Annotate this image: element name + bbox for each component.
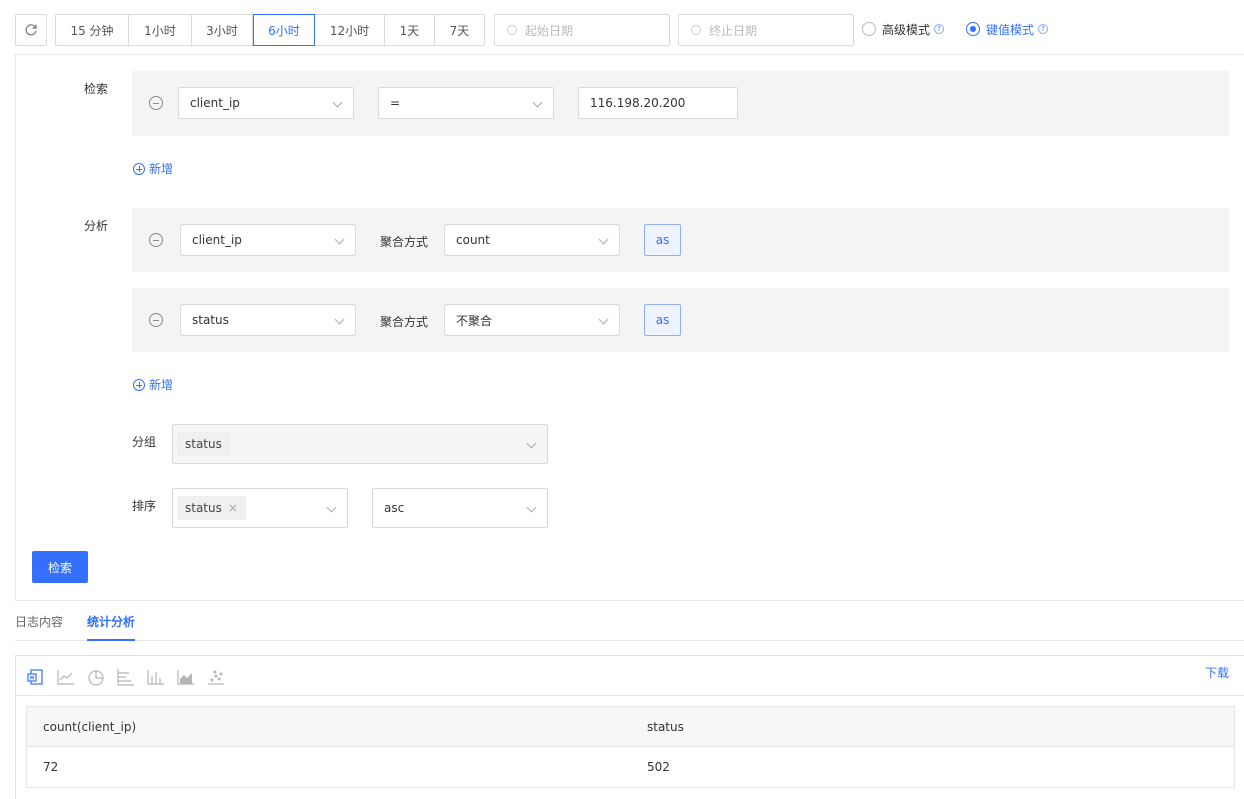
time-range-12h[interactable]: 12小时: [315, 15, 385, 45]
agg-label: 聚合方式: [380, 235, 429, 249]
result-toolbar-divider: [15, 695, 1244, 696]
clock-icon: [691, 25, 701, 35]
column-header[interactable]: status: [647, 720, 684, 734]
group-label: 分组: [132, 435, 157, 449]
chevron-down-icon: [326, 502, 337, 513]
refresh-button[interactable]: [15, 14, 47, 46]
chevron-down-icon: [526, 438, 537, 449]
tab-log-content[interactable]: 日志内容: [15, 613, 63, 641]
add-search-condition-button[interactable]: 新增: [133, 160, 173, 177]
time-range-6h[interactable]: 6小时: [253, 14, 315, 46]
alias-button[interactable]: as: [644, 304, 681, 336]
search-button[interactable]: 检索: [32, 551, 88, 583]
table-cell: 502: [647, 760, 670, 774]
close-icon[interactable]: ×: [228, 501, 238, 515]
chevron-down-icon: [334, 234, 345, 245]
add-analysis-label: 新增: [149, 378, 174, 392]
clock-icon: [507, 25, 517, 35]
sort-tag: status ×: [177, 496, 246, 520]
excel-icon[interactable]: [27, 668, 45, 686]
pie-chart-icon[interactable]: [87, 668, 105, 686]
agg-label: 聚合方式: [380, 315, 429, 329]
bar-horizontal-icon[interactable]: [117, 668, 135, 686]
analysis-field-value: client_ip: [192, 233, 242, 247]
chevron-down-icon: [532, 97, 543, 108]
alias-button[interactable]: as: [644, 224, 681, 256]
time-range-7d[interactable]: 7天: [435, 15, 484, 45]
radio-checked-icon: [966, 22, 980, 36]
start-date-placeholder: 起始日期: [525, 23, 574, 38]
agg-method-value: count: [456, 233, 490, 247]
radio-unchecked-icon: [862, 22, 876, 36]
search-value-input[interactable]: 116.198.20.200: [578, 87, 738, 119]
tab-statistics[interactable]: 统计分析: [87, 613, 136, 641]
table-row: 72 502: [27, 747, 1234, 787]
end-date-input[interactable]: 终止日期: [678, 14, 854, 46]
plus-circle-icon: [133, 162, 145, 175]
time-range-1d[interactable]: 1天: [385, 15, 435, 45]
sort-order-select[interactable]: asc: [372, 488, 548, 528]
start-date-input[interactable]: 起始日期: [494, 14, 670, 46]
sort-order-value: asc: [384, 501, 405, 515]
mode-keyvalue-radio[interactable]: 键值模式 ?: [966, 20, 1049, 38]
chevron-down-icon: [598, 314, 609, 325]
search-section-label: 检索: [84, 82, 109, 96]
search-operator-value: =: [390, 96, 401, 110]
search-field-value: client_ip: [190, 96, 240, 110]
analysis-field-select[interactable]: client_ip: [180, 224, 356, 256]
line-chart-icon[interactable]: [57, 668, 75, 686]
search-operator-select[interactable]: =: [378, 87, 554, 119]
help-icon[interactable]: ?: [1038, 24, 1049, 34]
group-select[interactable]: status: [172, 424, 548, 464]
chevron-down-icon: [334, 314, 345, 325]
search-value-text: 116.198.20.200: [590, 96, 686, 110]
refresh-icon: [25, 24, 37, 36]
table-header: count(client_ip) status: [27, 707, 1234, 747]
sort-tag-label: status: [185, 501, 222, 515]
plus-circle-icon: [133, 378, 145, 391]
chevron-down-icon: [598, 234, 609, 245]
analysis-field-value: status: [192, 313, 229, 327]
help-icon[interactable]: ?: [934, 24, 945, 34]
sort-label: 排序: [132, 499, 157, 513]
remove-analysis-icon[interactable]: [149, 313, 163, 327]
agg-method-value: 不聚合: [456, 313, 493, 328]
time-range-15m[interactable]: 15 分钟: [56, 15, 129, 45]
add-analysis-button[interactable]: 新增: [133, 376, 173, 393]
add-search-label: 新增: [149, 162, 174, 176]
search-field-select[interactable]: client_ip: [178, 87, 354, 119]
time-range-group: 15 分钟 1小时 3小时 6小时 12小时 1天 7天: [55, 14, 485, 46]
end-date-placeholder: 终止日期: [709, 23, 758, 38]
download-link[interactable]: 下载: [1205, 664, 1229, 681]
remove-analysis-icon[interactable]: [149, 233, 163, 247]
chevron-down-icon: [332, 97, 343, 108]
mode-advanced-label: 高级模式: [882, 22, 931, 37]
mode-keyvalue-label: 键值模式: [986, 22, 1035, 37]
agg-method-select[interactable]: count: [444, 224, 620, 256]
agg-method-select[interactable]: 不聚合: [444, 304, 620, 336]
bar-chart-icon[interactable]: [147, 668, 165, 686]
chevron-down-icon: [526, 502, 537, 513]
column-header[interactable]: count(client_ip): [43, 720, 136, 734]
time-range-1h[interactable]: 1小时: [129, 15, 192, 45]
remove-condition-icon[interactable]: [149, 96, 163, 110]
result-table: count(client_ip) status 72 502: [26, 706, 1235, 788]
area-chart-icon[interactable]: [177, 668, 195, 686]
analysis-field-select[interactable]: status: [180, 304, 356, 336]
analysis-section-label: 分析: [84, 219, 109, 233]
tabs-divider: [15, 640, 1244, 641]
table-cell: 72: [43, 760, 59, 774]
scatter-chart-icon[interactable]: [207, 668, 225, 686]
mode-advanced-radio[interactable]: 高级模式 ?: [862, 20, 945, 38]
sort-field-select[interactable]: status ×: [172, 488, 348, 528]
group-tag: status: [177, 432, 230, 456]
time-range-3h[interactable]: 3小时: [192, 15, 253, 45]
